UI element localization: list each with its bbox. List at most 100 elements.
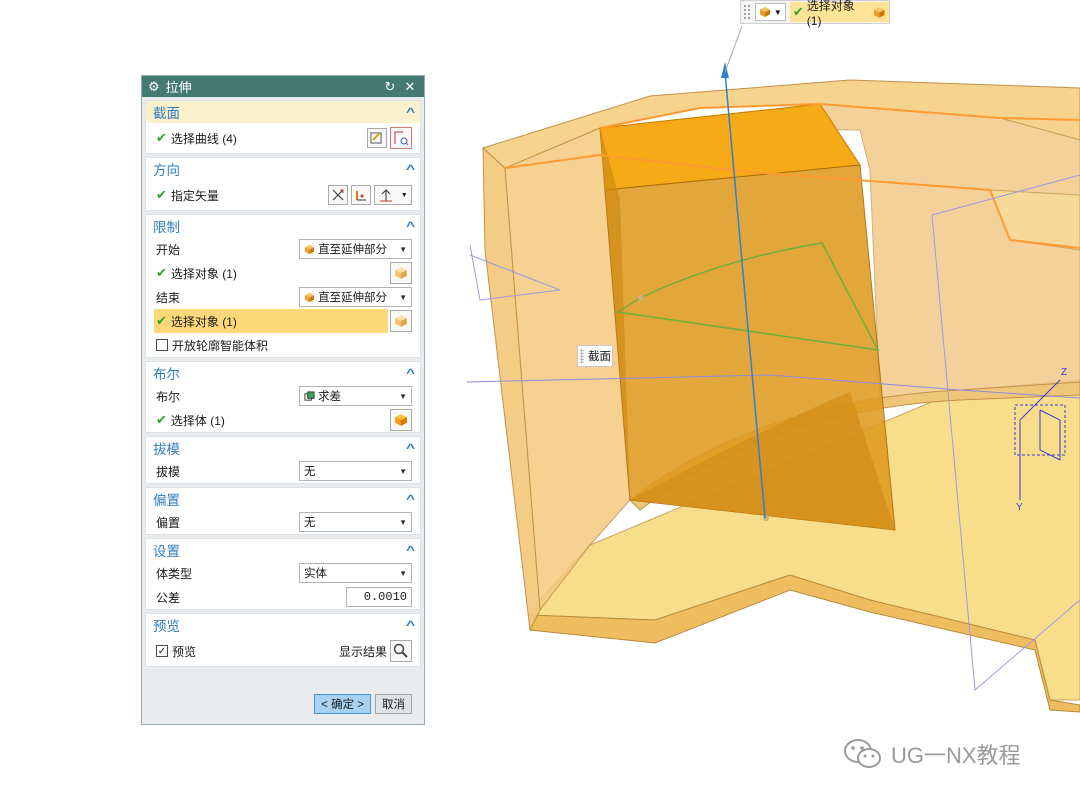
type-filter-dropdown[interactable]: ▼ (754, 3, 786, 21)
cube-icon[interactable] (873, 6, 886, 19)
preview-checkbox[interactable]: ✓ (156, 645, 168, 657)
open-profile-label: 开放轮廓智能体积 (172, 338, 269, 353)
open-profile-checkbox[interactable] (156, 339, 168, 351)
toolbar-grip[interactable] (743, 4, 751, 20)
preview-label: 预览 (172, 644, 197, 659)
magnifier-icon (393, 643, 408, 658)
select-curve-row[interactable]: ✔ 选择曲线 (4) (146, 123, 420, 153)
group-section-header[interactable]: 截面 ^ (146, 101, 420, 123)
wechat-icon (844, 739, 881, 768)
chevron-down-icon: ▼ (400, 191, 408, 199)
ok-button[interactable]: < 确定 > (314, 694, 371, 714)
group-direction: 方向 ^ ✔ 指定矢量 ▼ (145, 157, 421, 211)
offset-row: 偏置 无 ▼ (146, 510, 420, 534)
check-icon: ✔ (156, 130, 167, 145)
end-select-label: 选择对象 (1) (170, 314, 237, 329)
close-icon[interactable]: ✕ (402, 79, 418, 95)
boolean-label: 布尔 (156, 389, 181, 404)
group-boolean: 布尔 ^ 布尔 求差 ▼ ✔ 选择体 (1) (145, 361, 421, 433)
start-select-label: 选择对象 (1) (170, 266, 237, 281)
group-limits-title: 限制 (153, 220, 180, 235)
body-type-select[interactable]: 实体 ▼ (299, 563, 412, 583)
cube-icon (395, 414, 407, 426)
tolerance-row: 公差 0.0010 (146, 585, 420, 609)
cancel-button[interactable]: 取消 (375, 694, 412, 714)
dialog-footer: < 确定 > 取消 (142, 684, 424, 724)
chevron-up-icon[interactable]: ^ (406, 543, 415, 557)
chevron-up-icon[interactable]: ^ (406, 441, 415, 455)
end-limit-select[interactable]: 直至延伸部分 ▼ (299, 287, 412, 307)
cube-icon (395, 315, 407, 327)
chevron-up-icon[interactable]: ^ (406, 105, 415, 119)
chevron-down-icon: ▼ (399, 568, 407, 578)
chevron-up-icon[interactable]: ^ (406, 366, 415, 380)
boolean-select[interactable]: 求差 ▼ (299, 386, 412, 406)
chevron-down-icon: ▼ (399, 466, 407, 476)
show-result-button[interactable] (390, 640, 412, 662)
start-select-object-button[interactable] (390, 262, 412, 284)
check-icon: ✔ (156, 412, 167, 427)
vector-icon (356, 191, 366, 201)
selection-toolbar: ▼ ✔ 选择对象 (1) (740, 0, 890, 28)
select-body-label: 选择体 (1) (170, 413, 225, 428)
start-limit-value: 直至延伸部分 (318, 244, 387, 256)
end-select-object-button[interactable] (390, 310, 412, 332)
group-boolean-title: 布尔 (153, 367, 180, 382)
chevron-up-icon[interactable]: ^ (406, 219, 415, 233)
selection-status: ✔ 选择对象 (1) (789, 0, 889, 28)
curve-button[interactable] (390, 127, 412, 149)
sketch-section-button[interactable] (367, 128, 387, 148)
cube-icon (304, 292, 315, 302)
group-settings-header[interactable]: 设置 ^ (146, 539, 420, 561)
open-profile-row[interactable]: 开放轮廓智能体积 (146, 333, 420, 357)
group-draft: 拔模 ^ 拔模 无 ▼ (145, 436, 421, 484)
section-label-tag[interactable]: 截面 (577, 345, 613, 367)
group-draft-header[interactable]: 拔模 ^ (146, 437, 420, 459)
start-row: 开始 直至延伸部分 ▼ (146, 237, 420, 261)
check-icon: ✔ (156, 313, 167, 328)
chevron-up-icon[interactable]: ^ (406, 162, 415, 176)
draft-select[interactable]: 无 ▼ (299, 461, 412, 481)
end-select-row[interactable]: ✔ 选择对象 (1) (146, 309, 420, 333)
draft-label: 拔模 (156, 464, 181, 479)
start-select-row[interactable]: ✔ 选择对象 (1) (146, 261, 420, 285)
gear-icon[interactable]: ⚙ (148, 79, 160, 95)
offset-select[interactable]: 无 ▼ (299, 512, 412, 532)
body-type-row: 体类型 实体 ▼ (146, 561, 420, 585)
group-limits-header[interactable]: 限制 ^ (146, 215, 420, 237)
inferred-vector-icon (380, 189, 393, 202)
group-offset-header[interactable]: 偏置 ^ (146, 488, 420, 510)
draft-row: 拔模 无 ▼ (146, 459, 420, 483)
vector-dialog-button[interactable] (351, 185, 371, 205)
reverse-direction-icon (332, 189, 344, 201)
select-curve-label: 选择曲线 (4) (170, 131, 237, 146)
boolean-row: 布尔 求差 ▼ (146, 384, 420, 408)
extrude-dialog: ⚙ 拉伸 ↻ ✕ 截面 ^ ✔ 选择曲线 (4) 方向 ^ ✔ 指定矢量 ▼ 限… (141, 75, 425, 725)
body-type-label: 体类型 (156, 566, 193, 581)
check-icon: ✔ (156, 265, 167, 280)
subtract-icon (304, 390, 315, 401)
reverse-direction-button[interactable] (328, 185, 348, 205)
axis-z-label: Z (1061, 367, 1067, 378)
start-limit-select[interactable]: 直至延伸部分 ▼ (299, 239, 412, 259)
chevron-up-icon[interactable]: ^ (406, 492, 415, 506)
group-direction-title: 方向 (153, 163, 180, 178)
select-body-button[interactable] (390, 409, 412, 431)
select-body-row[interactable]: ✔ 选择体 (1) (146, 408, 420, 432)
tolerance-label: 公差 (156, 590, 181, 605)
tolerance-input[interactable]: 0.0010 (346, 587, 412, 607)
chevron-up-icon[interactable]: ^ (406, 618, 415, 632)
preview-row: ✓ 预览 显示结果 (146, 636, 420, 666)
end-select-highlight[interactable]: ✔ 选择对象 (1) (154, 309, 388, 333)
dialog-title-bar[interactable]: ⚙ 拉伸 ↻ ✕ (142, 76, 424, 97)
group-direction-header[interactable]: 方向 ^ (146, 158, 420, 180)
check-icon: ✔ (792, 4, 804, 19)
specify-vector-row[interactable]: ✔ 指定矢量 ▼ (146, 180, 420, 210)
reset-icon[interactable]: ↻ (382, 79, 398, 95)
group-preview: 预览 ^ ✓ 预览 显示结果 (145, 613, 421, 667)
group-boolean-header[interactable]: 布尔 ^ (146, 362, 420, 384)
group-offset-title: 偏置 (153, 493, 180, 508)
group-preview-header[interactable]: 预览 ^ (146, 614, 420, 636)
vector-type-dropdown[interactable]: ▼ (374, 185, 412, 205)
dialog-title: 拉伸 (165, 80, 192, 95)
